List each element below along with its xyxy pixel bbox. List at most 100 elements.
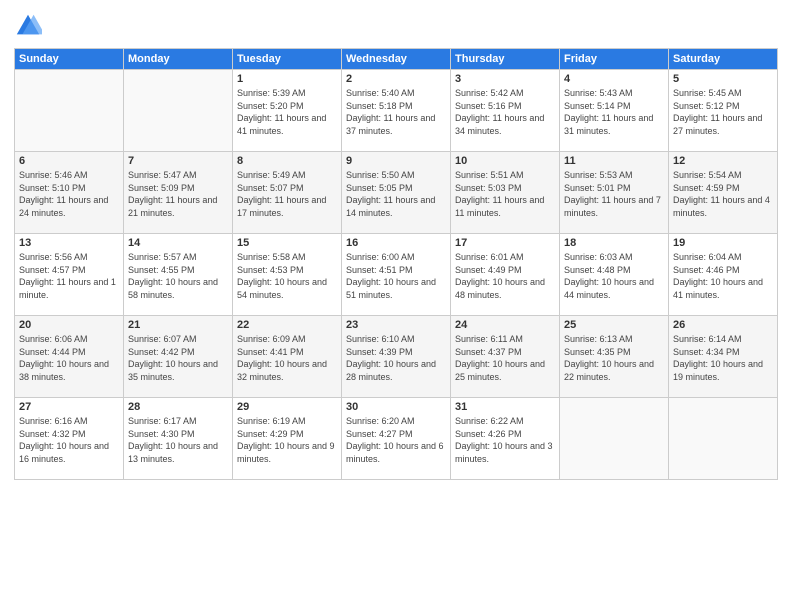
sunset-value: 5:01 PM <box>597 183 631 193</box>
day-info: Sunrise: 6:01 AM Sunset: 4:49 PM Dayligh… <box>455 251 555 301</box>
sunrise-label: Sunrise: <box>346 252 382 262</box>
daylight-label: Daylight: 10 hours and 38 minutes. <box>19 359 109 382</box>
daylight-label: Daylight: 11 hours and 14 minutes. <box>346 195 435 218</box>
calendar-day-cell: 11 Sunrise: 5:53 AM Sunset: 5:01 PM Dayl… <box>560 152 669 234</box>
day-info: Sunrise: 5:58 AM Sunset: 4:53 PM Dayligh… <box>237 251 337 301</box>
sunrise-label: Sunrise: <box>455 334 491 344</box>
sunset-label: Sunset: <box>564 347 597 357</box>
day-info: Sunrise: 5:49 AM Sunset: 5:07 PM Dayligh… <box>237 169 337 219</box>
daylight-label: Daylight: 11 hours and 17 minutes. <box>237 195 326 218</box>
sunset-value: 4:49 PM <box>488 265 522 275</box>
day-number: 19 <box>673 237 773 249</box>
day-number: 13 <box>19 237 119 249</box>
day-info: Sunrise: 5:47 AM Sunset: 5:09 PM Dayligh… <box>128 169 228 219</box>
day-info: Sunrise: 5:56 AM Sunset: 4:57 PM Dayligh… <box>19 251 119 301</box>
day-info: Sunrise: 6:14 AM Sunset: 4:34 PM Dayligh… <box>673 333 773 383</box>
calendar-day-cell: 4 Sunrise: 5:43 AM Sunset: 5:14 PM Dayli… <box>560 70 669 152</box>
sunrise-value: 5:46 AM <box>55 170 88 180</box>
calendar-day-cell: 10 Sunrise: 5:51 AM Sunset: 5:03 PM Dayl… <box>451 152 560 234</box>
sunset-value: 4:48 PM <box>597 265 631 275</box>
sunset-label: Sunset: <box>564 101 597 111</box>
daylight-label: Daylight: 10 hours and 41 minutes. <box>673 277 763 300</box>
sunrise-label: Sunrise: <box>564 252 600 262</box>
weekday-header-cell: Monday <box>124 49 233 70</box>
calendar-day-cell: 1 Sunrise: 5:39 AM Sunset: 5:20 PM Dayli… <box>233 70 342 152</box>
sunset-label: Sunset: <box>128 183 161 193</box>
sunset-label: Sunset: <box>673 265 706 275</box>
calendar-day-cell: 12 Sunrise: 5:54 AM Sunset: 4:59 PM Dayl… <box>669 152 778 234</box>
sunrise-value: 5:47 AM <box>164 170 197 180</box>
day-number: 23 <box>346 319 446 331</box>
calendar-day-cell: 6 Sunrise: 5:46 AM Sunset: 5:10 PM Dayli… <box>15 152 124 234</box>
logo-icon <box>14 12 42 40</box>
sunset-label: Sunset: <box>19 183 52 193</box>
day-info: Sunrise: 6:19 AM Sunset: 4:29 PM Dayligh… <box>237 415 337 465</box>
sunset-label: Sunset: <box>346 265 379 275</box>
sunrise-label: Sunrise: <box>346 416 382 426</box>
sunrise-value: 5:42 AM <box>491 88 524 98</box>
sunrise-value: 5:53 AM <box>600 170 633 180</box>
day-info: Sunrise: 5:40 AM Sunset: 5:18 PM Dayligh… <box>346 87 446 137</box>
sunrise-label: Sunrise: <box>673 170 709 180</box>
sunrise-label: Sunrise: <box>237 88 273 98</box>
sunset-value: 4:57 PM <box>52 265 86 275</box>
calendar-day-cell <box>560 398 669 480</box>
sunrise-value: 5:43 AM <box>600 88 633 98</box>
sunrise-value: 5:40 AM <box>382 88 415 98</box>
sunrise-label: Sunrise: <box>673 252 709 262</box>
sunrise-value: 6:14 AM <box>709 334 742 344</box>
day-number: 17 <box>455 237 555 249</box>
sunset-value: 5:18 PM <box>379 101 413 111</box>
weekday-header-cell: Friday <box>560 49 669 70</box>
day-number: 9 <box>346 155 446 167</box>
daylight-label: Daylight: 10 hours and 32 minutes. <box>237 359 327 382</box>
sunrise-label: Sunrise: <box>237 416 273 426</box>
sunrise-label: Sunrise: <box>19 416 55 426</box>
day-info: Sunrise: 6:11 AM Sunset: 4:37 PM Dayligh… <box>455 333 555 383</box>
calendar-day-cell: 23 Sunrise: 6:10 AM Sunset: 4:39 PM Dayl… <box>342 316 451 398</box>
sunset-label: Sunset: <box>19 265 52 275</box>
sunset-label: Sunset: <box>237 429 270 439</box>
daylight-label: Daylight: 11 hours and 21 minutes. <box>128 195 217 218</box>
daylight-label: Daylight: 10 hours and 25 minutes. <box>455 359 545 382</box>
day-number: 14 <box>128 237 228 249</box>
day-number: 21 <box>128 319 228 331</box>
day-number: 1 <box>237 73 337 85</box>
day-number: 7 <box>128 155 228 167</box>
sunrise-label: Sunrise: <box>346 170 382 180</box>
sunrise-value: 5:45 AM <box>709 88 742 98</box>
day-number: 24 <box>455 319 555 331</box>
calendar-body: 1 Sunrise: 5:39 AM Sunset: 5:20 PM Dayli… <box>15 70 778 480</box>
calendar-day-cell: 17 Sunrise: 6:01 AM Sunset: 4:49 PM Dayl… <box>451 234 560 316</box>
day-number: 20 <box>19 319 119 331</box>
sunrise-value: 6:10 AM <box>382 334 415 344</box>
sunrise-value: 5:57 AM <box>164 252 197 262</box>
sunset-label: Sunset: <box>237 265 270 275</box>
weekday-header-cell: Tuesday <box>233 49 342 70</box>
sunrise-value: 6:11 AM <box>491 334 523 344</box>
day-number: 27 <box>19 401 119 413</box>
day-info: Sunrise: 5:53 AM Sunset: 5:01 PM Dayligh… <box>564 169 664 219</box>
sunset-value: 5:09 PM <box>161 183 195 193</box>
sunset-value: 4:32 PM <box>52 429 86 439</box>
calendar-week-row: 20 Sunrise: 6:06 AM Sunset: 4:44 PM Dayl… <box>15 316 778 398</box>
day-info: Sunrise: 6:13 AM Sunset: 4:35 PM Dayligh… <box>564 333 664 383</box>
day-info: Sunrise: 5:45 AM Sunset: 5:12 PM Dayligh… <box>673 87 773 137</box>
calendar-day-cell: 16 Sunrise: 6:00 AM Sunset: 4:51 PM Dayl… <box>342 234 451 316</box>
calendar-day-cell: 27 Sunrise: 6:16 AM Sunset: 4:32 PM Dayl… <box>15 398 124 480</box>
day-number: 18 <box>564 237 664 249</box>
sunrise-value: 6:19 AM <box>273 416 306 426</box>
day-number: 5 <box>673 73 773 85</box>
calendar-day-cell: 31 Sunrise: 6:22 AM Sunset: 4:26 PM Dayl… <box>451 398 560 480</box>
sunset-value: 4:29 PM <box>270 429 304 439</box>
sunrise-label: Sunrise: <box>237 252 273 262</box>
sunset-label: Sunset: <box>128 347 161 357</box>
sunset-label: Sunset: <box>673 347 706 357</box>
daylight-label: Daylight: 10 hours and 22 minutes. <box>564 359 654 382</box>
sunrise-label: Sunrise: <box>673 88 709 98</box>
sunset-value: 4:44 PM <box>52 347 86 357</box>
calendar-day-cell <box>124 70 233 152</box>
day-info: Sunrise: 5:42 AM Sunset: 5:16 PM Dayligh… <box>455 87 555 137</box>
day-info: Sunrise: 6:20 AM Sunset: 4:27 PM Dayligh… <box>346 415 446 465</box>
day-number: 2 <box>346 73 446 85</box>
